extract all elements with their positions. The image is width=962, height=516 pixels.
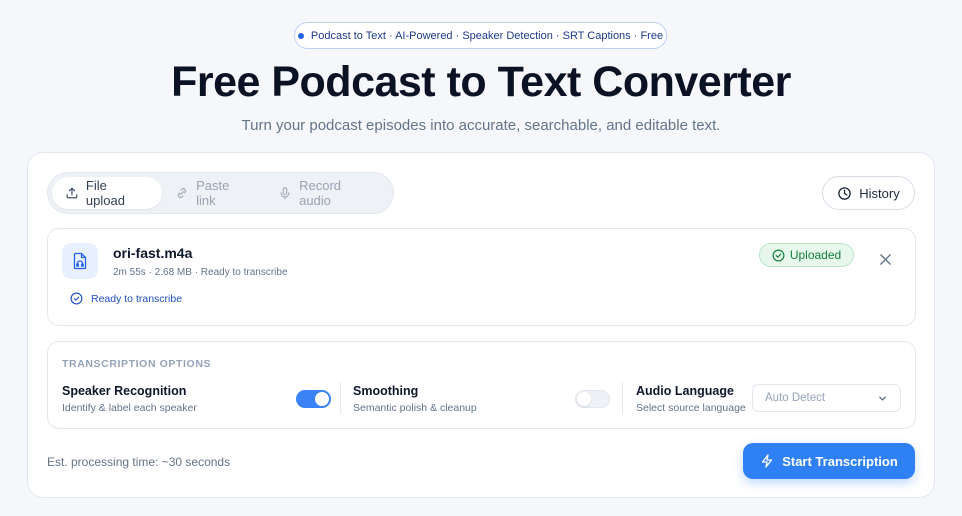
tab-label: Paste link: [196, 178, 230, 208]
link-icon: [178, 188, 187, 198]
tab-record-audio[interactable]: Record audio: [265, 177, 389, 209]
processing-estimate: Est. processing time: ~30 seconds: [47, 455, 231, 469]
toggle-knob: [315, 392, 329, 406]
divider: [622, 382, 623, 414]
check-circle-icon: [772, 249, 785, 261]
audio-language-select[interactable]: Auto Detect: [752, 384, 901, 412]
pill-text: Podcast to Text · AI-Powered · Speaker D…: [310, 29, 664, 42]
page-subtitle: Turn your podcast episodes into accurate…: [241, 117, 721, 134]
divider: [340, 382, 341, 414]
tab-paste-link[interactable]: Paste link: [162, 177, 265, 209]
smoothing-toggle[interactable]: [575, 390, 610, 408]
options-heading: TRANSCRIPTION OPTIONS: [62, 358, 212, 370]
start-label: Start Transcription: [782, 453, 898, 469]
audio-language-value: Auto Detect: [765, 392, 826, 404]
pill-dot-icon: [297, 32, 304, 39]
tab-file-upload[interactable]: File upload: [52, 177, 163, 209]
tab-label: File upload: [85, 178, 125, 208]
file-name: ori-fast.m4a: [113, 245, 193, 261]
microphone-icon: [280, 187, 290, 200]
history-label: History: [859, 185, 900, 201]
speaker-recognition-title: Speaker Recognition: [62, 384, 187, 398]
file-meta: 2m 55s · 2.68 MB · Ready to transcribe: [113, 267, 288, 278]
page-title: Free Podcast to Text Converter: [171, 58, 791, 106]
uploaded-badge: Uploaded: [759, 243, 854, 267]
audio-language-title: Audio Language: [636, 384, 734, 398]
remove-file-button[interactable]: [877, 251, 893, 267]
smoothing-desc: Semantic polish & cleanup: [353, 402, 477, 414]
feature-pill: Podcast to Text · AI-Powered · Speaker D…: [294, 22, 667, 49]
check-circle-icon: [70, 292, 83, 305]
upload-icon: [66, 187, 78, 199]
ready-status: Ready to transcribe: [70, 292, 182, 305]
speaker-recognition-desc: Identify & label each speaker: [62, 402, 197, 414]
chevron-down-icon: [879, 395, 886, 401]
clock-icon: [838, 186, 852, 200]
transcription-options: TRANSCRIPTION OPTIONS Speaker Recognitio…: [47, 341, 916, 429]
audio-language-desc: Select source language: [636, 402, 746, 414]
audio-file-icon: [62, 243, 98, 279]
uploaded-file-panel: ori-fast.m4a 2m 55s · 2.68 MB · Ready to…: [47, 228, 916, 326]
tab-label: Record audio: [299, 178, 342, 208]
close-icon: [879, 253, 891, 265]
start-transcription-button[interactable]: Start Transcription: [743, 443, 915, 479]
lightning-icon: [762, 454, 773, 468]
toggle-knob: [577, 392, 591, 406]
speaker-recognition-toggle[interactable]: [296, 390, 331, 408]
input-mode-tabs: File upload Paste link Record audio: [47, 172, 394, 214]
history-button[interactable]: History: [822, 176, 915, 210]
ready-status-text: Ready to transcribe: [91, 292, 183, 305]
badge-label: Uploaded: [789, 248, 842, 262]
smoothing-title: Smoothing: [353, 384, 419, 398]
converter-card: File upload Paste link Record audio Hist…: [27, 152, 935, 498]
